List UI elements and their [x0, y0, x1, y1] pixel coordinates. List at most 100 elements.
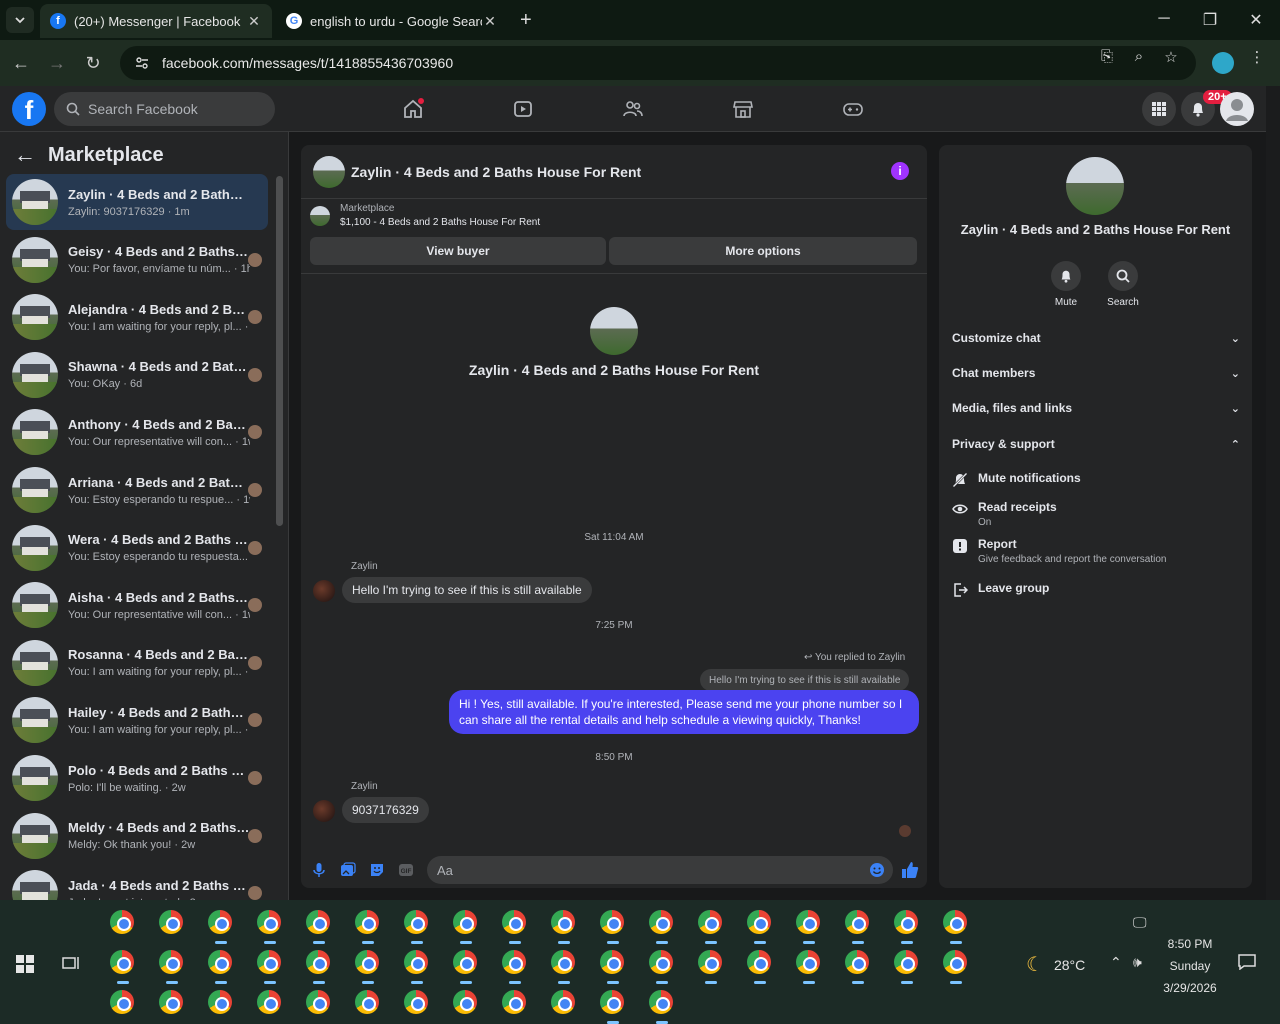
conversation-item[interactable]: Geisy · 4 Beds and 2 Baths House For Ren… [6, 232, 268, 288]
close-tab-icon[interactable]: ✕ [482, 13, 498, 30]
message-input[interactable] [437, 862, 857, 878]
photo-icon[interactable] [340, 862, 356, 878]
section-chat-members[interactable]: Chat members ⌄ [952, 363, 1240, 383]
chrome-taskbar-icon[interactable] [159, 990, 185, 1016]
search-conversation-button[interactable]: Search [1098, 261, 1148, 308]
emoji-icon[interactable] [869, 862, 885, 878]
conversation-item[interactable]: Shawna · 4 Beds and 2 Baths House For Re… [6, 347, 268, 403]
bookmark-star-icon[interactable]: ☆ [1162, 48, 1180, 66]
conversation-item[interactable]: Wera · 4 Beds and 2 Baths House For Rent… [6, 520, 268, 576]
chrome-taskbar-icon[interactable] [208, 950, 234, 984]
browser-menu-icon[interactable]: ⋮ [1248, 48, 1266, 66]
chrome-taskbar-icon[interactable] [404, 950, 430, 984]
chrome-taskbar-icon[interactable] [502, 910, 528, 944]
chrome-taskbar-icon[interactable] [257, 910, 283, 944]
chrome-taskbar-icon[interactable] [306, 950, 332, 984]
chrome-taskbar-icon[interactable] [404, 990, 430, 1016]
sticker-icon[interactable] [369, 862, 385, 878]
section-customize-chat[interactable]: Customize chat ⌄ [952, 328, 1240, 348]
sender-avatar[interactable] [313, 580, 335, 602]
chrome-taskbar-icon[interactable] [453, 910, 479, 944]
tab-messenger[interactable]: f (20+) Messenger | Facebook ✕ [40, 4, 272, 38]
chrome-taskbar-icon[interactable] [649, 990, 675, 1024]
gaming-icon[interactable] [842, 98, 864, 120]
incoming-message[interactable]: 9037176329 [342, 797, 429, 823]
chrome-taskbar-icon[interactable] [404, 910, 430, 944]
chrome-taskbar-icon[interactable] [110, 990, 136, 1016]
show-hidden-icons[interactable]: ⌃ [1110, 954, 1122, 971]
view-buyer-button[interactable]: View buyer [310, 237, 606, 265]
chrome-taskbar-icon[interactable] [698, 910, 724, 944]
chrome-taskbar-icon[interactable] [453, 950, 479, 984]
chrome-taskbar-icon[interactable] [649, 950, 675, 984]
forward-arrow-icon[interactable]: → [46, 52, 68, 74]
conversation-item[interactable]: Anthony · 4 Beds and 2 Baths House For R… [6, 404, 268, 460]
chrome-taskbar-icon[interactable] [355, 910, 381, 944]
mute-button[interactable]: Mute [1041, 261, 1091, 308]
site-info-icon[interactable] [134, 55, 150, 71]
chrome-taskbar-icon[interactable] [649, 910, 675, 944]
chrome-taskbar-icon[interactable] [845, 950, 871, 984]
chrome-taskbar-icon[interactable] [943, 950, 969, 984]
chrome-taskbar-icon[interactable] [502, 990, 528, 1016]
chrome-taskbar-icon[interactable] [796, 910, 822, 944]
friends-icon[interactable] [622, 98, 644, 120]
read-receipts-item[interactable]: Read receipts On [952, 500, 1057, 528]
chrome-taskbar-icon[interactable] [159, 950, 185, 984]
conversation-item[interactable]: Jada · 4 Beds and 2 Baths House For Rent… [6, 865, 268, 900]
more-options-button[interactable]: More options [609, 237, 917, 265]
sender-avatar[interactable] [313, 800, 335, 822]
chrome-taskbar-icon[interactable] [600, 910, 626, 944]
chrome-taskbar-icon[interactable] [257, 950, 283, 984]
minimize-icon[interactable]: ─ [1154, 10, 1174, 28]
chat-avatar[interactable] [313, 155, 345, 188]
chrome-taskbar-icon[interactable] [600, 990, 626, 1024]
install-app-icon[interactable]: ⎘ [1098, 48, 1116, 66]
marketplace-icon[interactable] [732, 98, 754, 120]
chrome-taskbar-icon[interactable] [208, 910, 234, 944]
conversation-item[interactable]: Polo · 4 Beds and 2 Baths House For Rent… [6, 750, 268, 806]
quoted-message[interactable]: Hello I'm trying to see if this is still… [700, 669, 910, 691]
close-window-icon[interactable]: ✕ [1246, 10, 1266, 30]
address-bar[interactable]: facebook.com/messages/t/1418855436703960 [120, 46, 1196, 80]
chrome-taskbar-icon[interactable] [355, 950, 381, 984]
info-icon[interactable]: i [891, 162, 909, 180]
menu-button[interactable] [1142, 92, 1176, 126]
chrome-taskbar-icon[interactable] [600, 950, 626, 984]
chrome-taskbar-icon[interactable] [110, 950, 136, 984]
facebook-search[interactable] [54, 92, 275, 126]
chrome-taskbar-icon[interactable] [257, 990, 283, 1016]
zoom-icon[interactable]: ⌕ [1130, 48, 1148, 66]
chrome-taskbar-icon[interactable] [551, 910, 577, 944]
chrome-taskbar-icon[interactable] [943, 910, 969, 944]
search-input[interactable] [88, 101, 258, 117]
thumbs-up-icon[interactable] [901, 861, 919, 879]
chrome-taskbar-icon[interactable] [551, 990, 577, 1016]
new-tab-button[interactable]: + [520, 9, 532, 32]
section-privacy-support[interactable]: Privacy & support ⌃ [952, 434, 1240, 454]
sidebar-scrollbar[interactable] [276, 176, 283, 526]
tab-google-search[interactable]: G english to urdu - Google Search ✕ [276, 4, 508, 38]
outgoing-message[interactable]: Hi ! Yes, still available. If you're int… [449, 690, 919, 734]
conversation-item[interactable]: Zaylin · 4 Beds and 2 Baths House For Re… [6, 174, 268, 230]
weather-widget[interactable]: ☾ 28°C [1026, 952, 1085, 977]
chrome-taskbar-icon[interactable] [894, 910, 920, 944]
mute-notifications-item[interactable]: Mute notifications [952, 471, 1081, 488]
video-icon[interactable] [512, 98, 534, 120]
page-scrollbar[interactable] [1266, 86, 1280, 900]
conversation-item[interactable]: Aisha · 4 Beds and 2 Baths House For Ren… [6, 577, 268, 633]
chrome-taskbar-icon[interactable] [453, 990, 479, 1016]
chrome-taskbar-icon[interactable] [747, 950, 773, 984]
chrome-taskbar-icon[interactable] [110, 910, 136, 936]
conversation-item[interactable]: Arriana · 4 Beds and 2 Baths House For R… [6, 462, 268, 518]
microphone-icon[interactable] [311, 862, 327, 878]
account-avatar[interactable] [1220, 92, 1254, 126]
leave-group-item[interactable]: Leave group [952, 581, 1049, 598]
close-tab-icon[interactable]: ✕ [246, 13, 262, 30]
chrome-taskbar-icon[interactable] [306, 990, 332, 1016]
gif-icon[interactable]: GIF [398, 862, 414, 878]
chrome-taskbar-icon[interactable] [698, 950, 724, 984]
reload-icon[interactable]: ↻ [82, 52, 104, 74]
profile-avatar[interactable] [1212, 52, 1234, 74]
chat-title[interactable]: Zaylin · 4 Beds and 2 Baths House For Re… [351, 164, 641, 180]
